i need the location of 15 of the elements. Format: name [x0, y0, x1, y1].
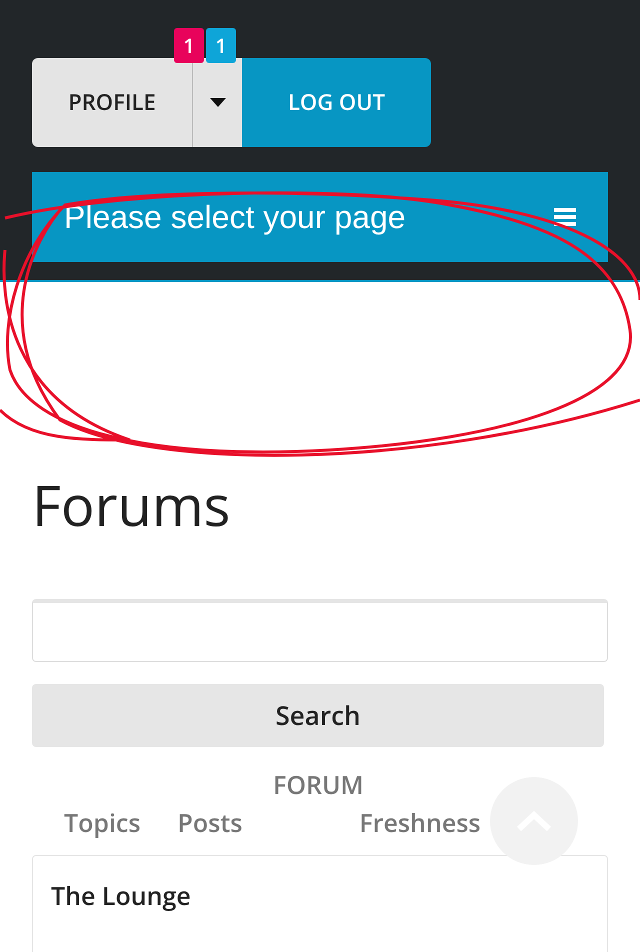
column-heading: FORUM: [273, 767, 365, 804]
menu-icon: [554, 208, 576, 226]
column-heading: Freshness: [359, 805, 481, 842]
dropdown-button[interactable]: [193, 58, 242, 147]
column-heading: Posts: [178, 805, 242, 842]
page-title: Forums: [32, 472, 232, 540]
column-heading: Topics: [64, 805, 141, 842]
search-field[interactable]: [32, 599, 608, 662]
notification-badge: 1: [206, 28, 236, 63]
page-select-label: Please select your page: [64, 198, 406, 237]
notification-badge: 1: [174, 28, 204, 63]
profile-button[interactable]: PROFILE: [32, 58, 193, 147]
search-button[interactable]: Search: [32, 684, 604, 748]
caret-icon: [210, 98, 226, 107]
forum-title[interactable]: The Lounge: [51, 879, 191, 914]
